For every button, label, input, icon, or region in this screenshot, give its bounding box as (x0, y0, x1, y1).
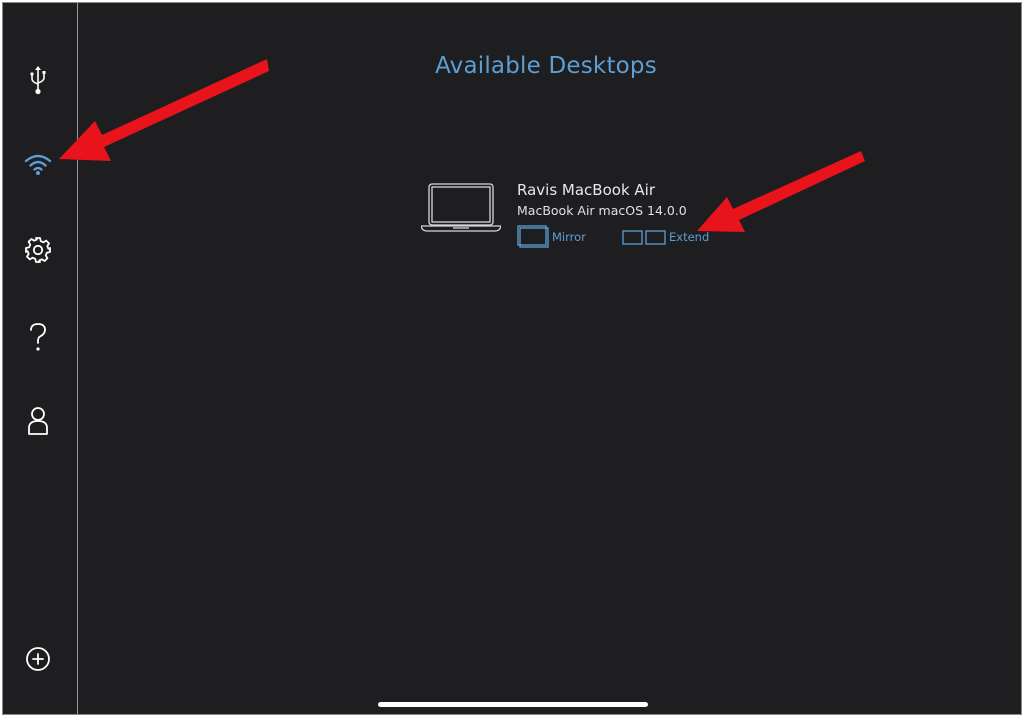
sidebar (3, 3, 78, 714)
extend-icon (622, 230, 666, 245)
sidebar-item-settings[interactable] (20, 232, 56, 268)
sidebar-item-account[interactable] (20, 403, 56, 439)
question-mark-icon (30, 323, 46, 351)
laptop-icon (421, 183, 501, 232)
mirror-label: Mirror (552, 230, 586, 244)
extend-button[interactable]: Extend (622, 224, 709, 250)
mirror-icon (517, 225, 549, 248)
app-window: Available Desktops Ravis MacBook Air Mac… (2, 2, 1022, 715)
sidebar-item-wifi[interactable] (20, 146, 56, 182)
main-content: Available Desktops Ravis MacBook Air Mac… (79, 3, 1021, 714)
wifi-icon (24, 154, 52, 175)
home-indicator (378, 702, 648, 707)
page-title: Available Desktops (435, 53, 657, 79)
plus-circle-icon (26, 647, 50, 671)
sidebar-item-usb[interactable] (20, 63, 56, 99)
desktop-name: Ravis MacBook Air (517, 181, 655, 199)
usb-icon (30, 66, 46, 95)
extend-label: Extend (669, 230, 710, 244)
mirror-button[interactable]: Mirror (517, 224, 586, 250)
sidebar-item-add[interactable] (20, 641, 56, 677)
person-icon (28, 407, 48, 435)
gear-icon (25, 237, 51, 263)
sidebar-item-help[interactable] (20, 319, 56, 355)
desktop-subtitle: MacBook Air macOS 14.0.0 (517, 203, 687, 218)
desktop-list-item[interactable]: Ravis MacBook Air MacBook Air macOS 14.0… (421, 179, 721, 259)
